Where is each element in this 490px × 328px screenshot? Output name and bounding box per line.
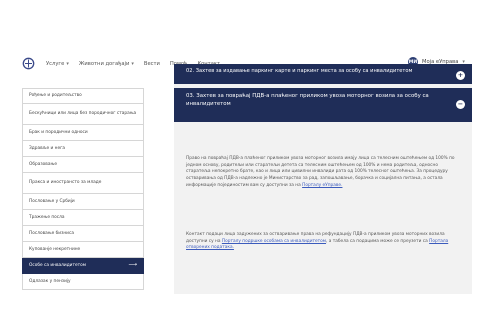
life-events-sidebar: Рођење и родитељство Бескућници или лица… [22, 88, 144, 290]
paragraph-text: , а табела са подацима може се преузети … [326, 238, 430, 244]
sidebar-item-health[interactable]: Здравље и нега [22, 141, 144, 157]
chevron-down-icon: ▾ [131, 61, 134, 67]
disability-support-portal-link[interactable]: Порталу подршке особама са инвалидитетом [222, 239, 326, 244]
accordion-body-paragraph: Контакт подаци лица задужених за оствари… [186, 232, 458, 252]
accordion-body-paragraph: Право на повраћај ПДВ-а плаћеног прилико… [186, 156, 458, 189]
accordion-item-parking[interactable]: 02. Захтев за издавање паркинг карте и п… [174, 64, 472, 84]
logo-icon[interactable] [22, 57, 35, 70]
sidebar-item-birth[interactable]: Рођење и родитељство [22, 88, 144, 104]
accordion-title: 03. Захтев за повраћај ПДВ-а плаћеног пр… [186, 93, 429, 107]
nav-life-events-label: Животни догађаји [78, 61, 130, 67]
nav-life-events[interactable]: Животни догађаји ▾ [79, 61, 134, 67]
plus-icon[interactable]: + [456, 71, 465, 80]
accordion-item-vat-refund[interactable]: 03. Захтев за повраћај ПДВ-а плаћеног пр… [174, 88, 472, 122]
sidebar-item-disability[interactable]: Особе са инвалидитетом ⟶ [22, 258, 144, 274]
sidebar-item-label: Рођење и родитељство [29, 93, 82, 99]
sidebar-item-label: Купованје некретнине [29, 246, 81, 252]
sidebar-item-retirement[interactable]: Одлазак у пензију [22, 274, 144, 290]
sidebar-item-label: Одлазак у пензију [29, 278, 71, 284]
sidebar-item-label: Пословање у Србији [29, 198, 75, 204]
sidebar-item-label: Пракса и инострансто за младе [29, 180, 102, 186]
minus-icon[interactable]: − [456, 100, 465, 109]
sidebar-item-label: Бескућници или лица без породичног стара… [29, 111, 137, 117]
sidebar-item-job-search[interactable]: Тражење посла [22, 210, 144, 226]
sidebar-item-label: Брак и породични односи [29, 129, 88, 135]
sidebar-item-business-serbia[interactable]: Пословање у Србији [22, 194, 144, 210]
chevron-down-icon: ▾ [66, 61, 69, 67]
euprava-portal-link[interactable]: Порталу eУправе. [302, 183, 342, 188]
sidebar-item-marriage[interactable]: Брак и породични односи [22, 125, 144, 141]
sidebar-item-business[interactable]: Пословање бизниса [22, 226, 144, 242]
sidebar-item-youth[interactable]: Пракса и инострансто за младе [22, 173, 144, 194]
nav-news-label: Вести [143, 61, 160, 67]
nav-news[interactable]: Вести [144, 61, 160, 67]
sidebar-item-label: Пословање бизниса [29, 230, 74, 236]
sidebar-item-real-estate[interactable]: Купованје некретнине [22, 242, 144, 258]
sidebar-item-label: Особе са инвалидитетом [29, 262, 86, 268]
nav-services[interactable]: Услуге ▾ [46, 61, 69, 67]
sidebar-item-label: Тражење посла [29, 214, 65, 220]
sidebar-item-education[interactable]: Образовање [22, 157, 144, 173]
accordion-title: 02. Захтев за издавање паркинг карте и п… [186, 68, 413, 74]
arrow-right-icon: ⟶ [128, 261, 137, 269]
sidebar-item-label: Здравље и нега [29, 145, 66, 151]
sidebar-item-homeless[interactable]: Бескућници или лица без породичног стара… [22, 104, 144, 125]
nav-services-label: Услуге [46, 61, 65, 67]
content-panel: 02. Захтев за издавање паркинг карте и п… [174, 64, 472, 294]
sidebar-item-label: Образовање [29, 161, 57, 167]
